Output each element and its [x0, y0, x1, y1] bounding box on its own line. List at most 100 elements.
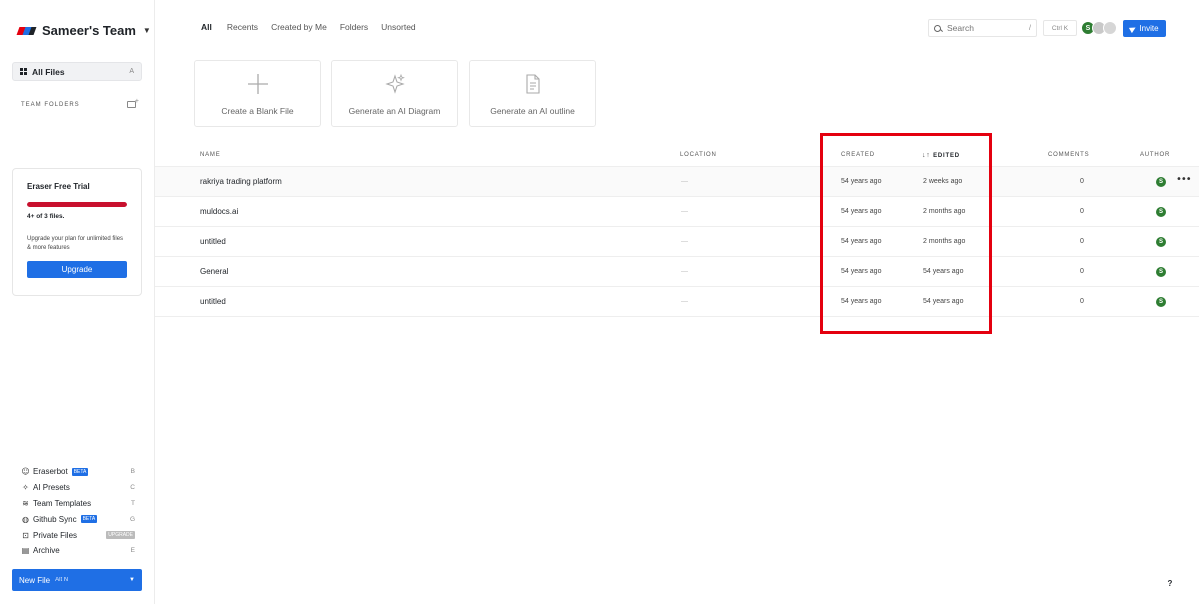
column-header-name[interactable]: NAME [200, 152, 221, 158]
generate-ai-outline-card[interactable]: Generate an AI outline [469, 60, 596, 127]
tab-folders[interactable]: Folders [339, 22, 369, 32]
command-palette-shortcut[interactable]: Ctrl K [1043, 20, 1077, 36]
add-folder-icon[interactable] [127, 98, 139, 108]
file-comments: 0 [1080, 178, 1084, 185]
file-edited: 2 weeks ago [923, 178, 963, 185]
team-name: Sameer's Team [42, 23, 136, 38]
card-label: Generate an AI outline [490, 106, 575, 116]
file-location: — [681, 268, 688, 275]
tab-recents[interactable]: Recents [226, 22, 259, 32]
layers-icon: ≋ [22, 498, 29, 508]
search-box[interactable]: / [928, 19, 1037, 37]
upgrade-button[interactable]: Upgrade [27, 261, 127, 278]
file-location: — [681, 208, 688, 215]
sidebar-item-private-files[interactable]: ⊡ Private Files UPGRADE [21, 527, 135, 543]
sidebar-item-label: Private Files [33, 530, 78, 540]
card-label: Generate an AI Diagram [348, 106, 441, 116]
sidebar-item-label: All Files [32, 66, 65, 77]
search-input[interactable] [947, 23, 1017, 33]
sidebar-item-label: AI Presets [33, 483, 70, 493]
column-header-edited[interactable]: ↓↑ EDITED [922, 152, 960, 159]
new-file-button[interactable]: New File Alt N ▼ [12, 569, 142, 591]
file-created: 54 years ago [841, 238, 882, 245]
file-location: — [681, 238, 688, 245]
shortcut-hint: / [1029, 24, 1031, 32]
file-filter-tabs: All Recents Created by Me Folders Unsort… [200, 22, 417, 32]
shortcut-hint: Alt N [55, 577, 69, 583]
file-name[interactable]: muldocs.ai [200, 207, 238, 216]
avatar[interactable] [1103, 21, 1117, 35]
send-icon [1129, 24, 1138, 33]
file-edited: 2 months ago [923, 238, 966, 245]
upgrade-badge: UPGRADE [106, 531, 135, 540]
sidebar-item-label: Archive [33, 546, 60, 556]
grid-icon [20, 68, 27, 75]
file-comments: 0 [1080, 238, 1084, 245]
invite-button[interactable]: Invite [1123, 20, 1166, 37]
file-location: — [681, 178, 688, 185]
shortcut-hint: E [130, 547, 135, 555]
shortcut-hint: G [129, 515, 135, 523]
column-header-comments[interactable]: COMMENTS [1048, 152, 1089, 158]
file-name[interactable]: General [200, 267, 228, 276]
tab-all[interactable]: All [200, 22, 213, 32]
beta-badge: BETA [71, 467, 89, 476]
shortcut-hint: A [129, 68, 134, 75]
eraser-logo-icon [16, 25, 37, 37]
file-edited: 2 months ago [923, 208, 966, 215]
more-options-icon[interactable]: ••• [1176, 174, 1192, 185]
file-name[interactable]: untitled [200, 297, 226, 306]
team-avatars[interactable]: S [1081, 21, 1117, 35]
chevron-down-icon[interactable]: ▼ [129, 577, 135, 583]
sparkles-icon [332, 73, 457, 95]
table-row[interactable]: untitled — 54 years ago 2 months ago 0 S [155, 227, 1199, 257]
tab-unsorted[interactable]: Unsorted [380, 22, 417, 32]
help-button[interactable]: ? [1163, 576, 1177, 590]
sort-icon: ↓↑ [922, 152, 931, 159]
file-created: 54 years ago [841, 268, 882, 275]
search-icon [934, 24, 941, 32]
card-label: Create a Blank File [221, 106, 294, 116]
table-row[interactable]: General — 54 years ago 54 years ago 0 S [155, 257, 1199, 287]
sidebar-item-ai-presets[interactable]: ✧ AI Presets C [21, 480, 135, 496]
author-avatar: S [1156, 267, 1166, 277]
shortcut-hint: C [130, 484, 135, 492]
file-edited: 54 years ago [923, 268, 964, 275]
plus-icon [195, 73, 320, 95]
table-row[interactable]: untitled — 54 years ago 54 years ago 0 S [155, 287, 1199, 317]
team-switcher[interactable]: Sameer's Team ▼ [16, 23, 151, 38]
sidebar-item-all-files[interactable]: All Files A [12, 62, 142, 81]
file-created: 54 years ago [841, 178, 882, 185]
sidebar-item-archive[interactable]: ▤ Archive E [21, 543, 135, 559]
table-row[interactable]: rakriya trading platform — 54 years ago … [155, 167, 1199, 197]
column-header-location[interactable]: LOCATION [680, 152, 717, 158]
tab-created-by-me[interactable]: Created by Me [270, 22, 328, 32]
author-avatar: S [1156, 297, 1166, 307]
sidebar-item-label: Github Sync [33, 514, 77, 524]
sidebar-item-github-sync[interactable]: ◍ Github Sync BETA G [21, 511, 135, 527]
trial-count: 4+ of 3 files. [27, 213, 65, 220]
trial-usage-bar [27, 202, 127, 207]
archive-icon: ▤ [21, 546, 30, 556]
sidebar-item-team-templates[interactable]: ≋ Team Templates T [21, 496, 135, 512]
shortcut-hint: B [130, 468, 135, 476]
create-blank-file-card[interactable]: Create a Blank File [194, 60, 321, 127]
team-folders-section: TEAM FOLDERS [21, 98, 139, 108]
beta-badge: BETA [80, 515, 98, 524]
column-header-created[interactable]: CREATED [841, 152, 875, 158]
file-comments: 0 [1080, 268, 1084, 275]
column-header-author[interactable]: AUTHOR [1140, 152, 1170, 158]
trial-usage-fill [27, 202, 127, 207]
file-name[interactable]: rakriya trading platform [200, 177, 282, 186]
chevron-down-icon: ▼ [142, 26, 151, 35]
invite-label: Invite [1139, 24, 1159, 33]
sidebar-item-eraserbot[interactable]: ☺ Eraserbot BETA B [21, 464, 135, 480]
table-row[interactable]: muldocs.ai — 54 years ago 2 months ago 0… [155, 197, 1199, 227]
author-avatar: S [1156, 207, 1166, 217]
lock-icon: ⊡ [22, 530, 29, 540]
file-comments: 0 [1080, 208, 1084, 215]
bottom-menu: ☺ Eraserbot BETA B ✧ AI Presets C ≋ Team… [21, 464, 135, 559]
file-name[interactable]: untitled [200, 237, 226, 246]
trial-title: Eraser Free Trial [27, 182, 90, 191]
generate-ai-diagram-card[interactable]: Generate an AI Diagram [331, 60, 458, 127]
